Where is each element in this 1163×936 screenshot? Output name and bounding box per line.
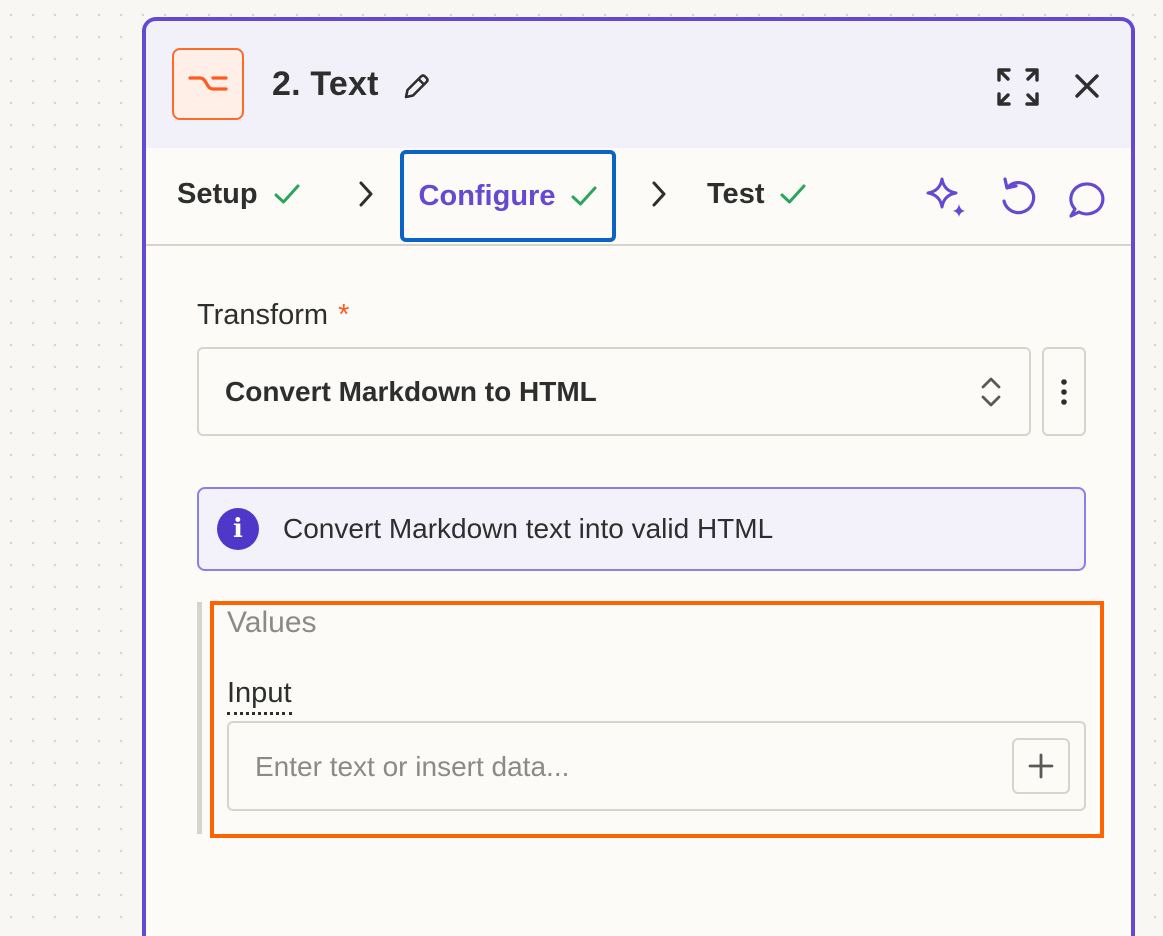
info-text: Convert Markdown text into valid HTML bbox=[283, 513, 774, 544]
check-icon bbox=[780, 184, 806, 204]
tab-setup[interactable]: Setup bbox=[177, 148, 300, 240]
values-section-title: Values bbox=[227, 606, 317, 639]
edit-title-pencil-icon[interactable] bbox=[402, 71, 430, 101]
tab-test[interactable]: Test bbox=[707, 148, 806, 240]
input-text[interactable] bbox=[253, 723, 977, 811]
chevron-right-icon bbox=[359, 181, 373, 207]
step-title: 2. Text bbox=[272, 65, 379, 103]
comment-icon[interactable] bbox=[1066, 175, 1110, 219]
plus-icon bbox=[1028, 753, 1054, 779]
input-field-label: Input bbox=[227, 676, 292, 715]
more-options-button[interactable] bbox=[1042, 347, 1086, 436]
chevron-up-down-icon bbox=[981, 377, 1001, 407]
tab-configure-label: Configure bbox=[418, 179, 556, 212]
kebab-icon bbox=[1061, 378, 1067, 405]
panel-header: 2. Text bbox=[146, 21, 1131, 148]
transform-select[interactable]: Convert Markdown to HTML bbox=[197, 347, 1031, 436]
info-icon: i bbox=[217, 508, 259, 550]
tab-test-label: Test bbox=[707, 177, 765, 210]
input-field[interactable] bbox=[227, 721, 1086, 811]
close-icon[interactable] bbox=[1070, 69, 1104, 103]
transform-select-value: Convert Markdown to HTML bbox=[225, 375, 597, 407]
ai-sparkle-icon[interactable] bbox=[924, 175, 968, 219]
tab-setup-label: Setup bbox=[177, 177, 258, 210]
text-transform-icon bbox=[172, 48, 244, 120]
tab-configure[interactable]: Configure bbox=[400, 150, 616, 242]
expand-icon[interactable] bbox=[996, 67, 1040, 107]
values-section-rule bbox=[197, 602, 202, 834]
undo-icon[interactable] bbox=[996, 175, 1040, 219]
step-editor-panel: 2. Text Setup Configure Test Transform *… bbox=[142, 17, 1135, 936]
info-alert: i Convert Markdown text into valid HTML bbox=[197, 487, 1086, 571]
check-icon bbox=[571, 186, 597, 206]
transform-label: Transform * bbox=[197, 299, 350, 331]
check-icon bbox=[274, 184, 300, 204]
insert-data-button[interactable] bbox=[1012, 738, 1070, 794]
step-tabs: Setup Configure Test bbox=[146, 148, 1131, 246]
required-asterisk: * bbox=[338, 299, 350, 331]
chevron-right-icon bbox=[652, 181, 666, 207]
